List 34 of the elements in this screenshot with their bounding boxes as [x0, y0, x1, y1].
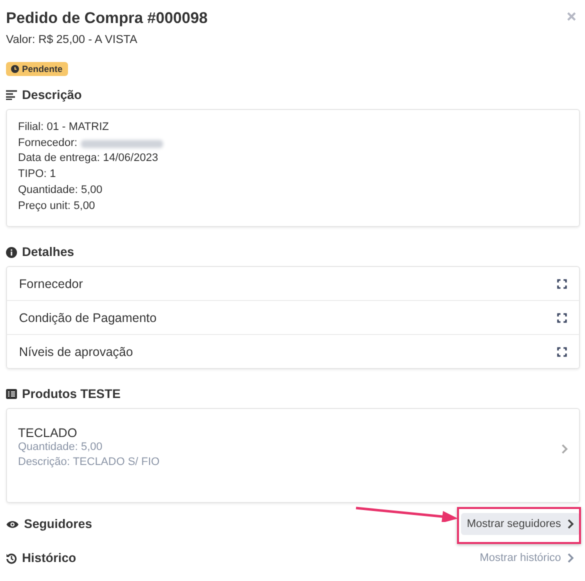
- product-name: TECLADO: [18, 426, 78, 440]
- clock-icon: [11, 65, 19, 73]
- eye-icon: [6, 520, 19, 529]
- section-title: Descrição: [22, 88, 82, 102]
- section-title: Seguidores: [24, 517, 92, 532]
- details-item[interactable]: Níveis de aprovação: [7, 334, 579, 368]
- section-title: Detalhes: [22, 245, 74, 260]
- order-value: Valor: R$ 25,00 - A VISTA: [6, 34, 138, 46]
- description-line: Preço unit: 5,00: [18, 198, 96, 214]
- product-card[interactable]: TECLADO Quantidade: 5,00 Descrição: TECLADO S/ FIO: [6, 408, 580, 504]
- status-badge: Pendente: [6, 62, 68, 76]
- section-title: Histórico: [22, 551, 76, 566]
- expand-icon: [557, 278, 567, 289]
- expand-icon: [557, 346, 567, 357]
- details-item[interactable]: Condição de Pagamento: [7, 300, 579, 334]
- show-more-button[interactable]: Mostrar seguidores: [460, 513, 580, 536]
- history-icon: [6, 552, 17, 564]
- order-title: Pedido de Compra #000098: [6, 10, 208, 28]
- chevron-right-icon: [561, 444, 568, 454]
- expand-icon: [557, 312, 567, 323]
- text-align-icon: [6, 90, 17, 100]
- chevron-right-icon: [567, 519, 574, 530]
- product-detail: Descrição: TECLADO S/ FIO: [18, 454, 160, 470]
- section-title: Produtos TESTE: [22, 387, 121, 402]
- description-line: Data de entrega: 14/06/2023: [18, 151, 158, 166]
- description-line: TIPO: 1: [18, 167, 56, 182]
- product-detail: Quantidade: 5,00: [18, 440, 104, 455]
- list-icon: [6, 389, 17, 400]
- details-item[interactable]: Fornecedor: [7, 267, 579, 300]
- info-icon: [6, 246, 17, 258]
- chevron-right-icon: [567, 553, 574, 564]
- description-line: Quantidade: 5,00: [18, 182, 102, 198]
- description-line: Fornecedor:: [18, 136, 78, 151]
- description-line: Filial: 01 - MATRIZ: [18, 120, 109, 135]
